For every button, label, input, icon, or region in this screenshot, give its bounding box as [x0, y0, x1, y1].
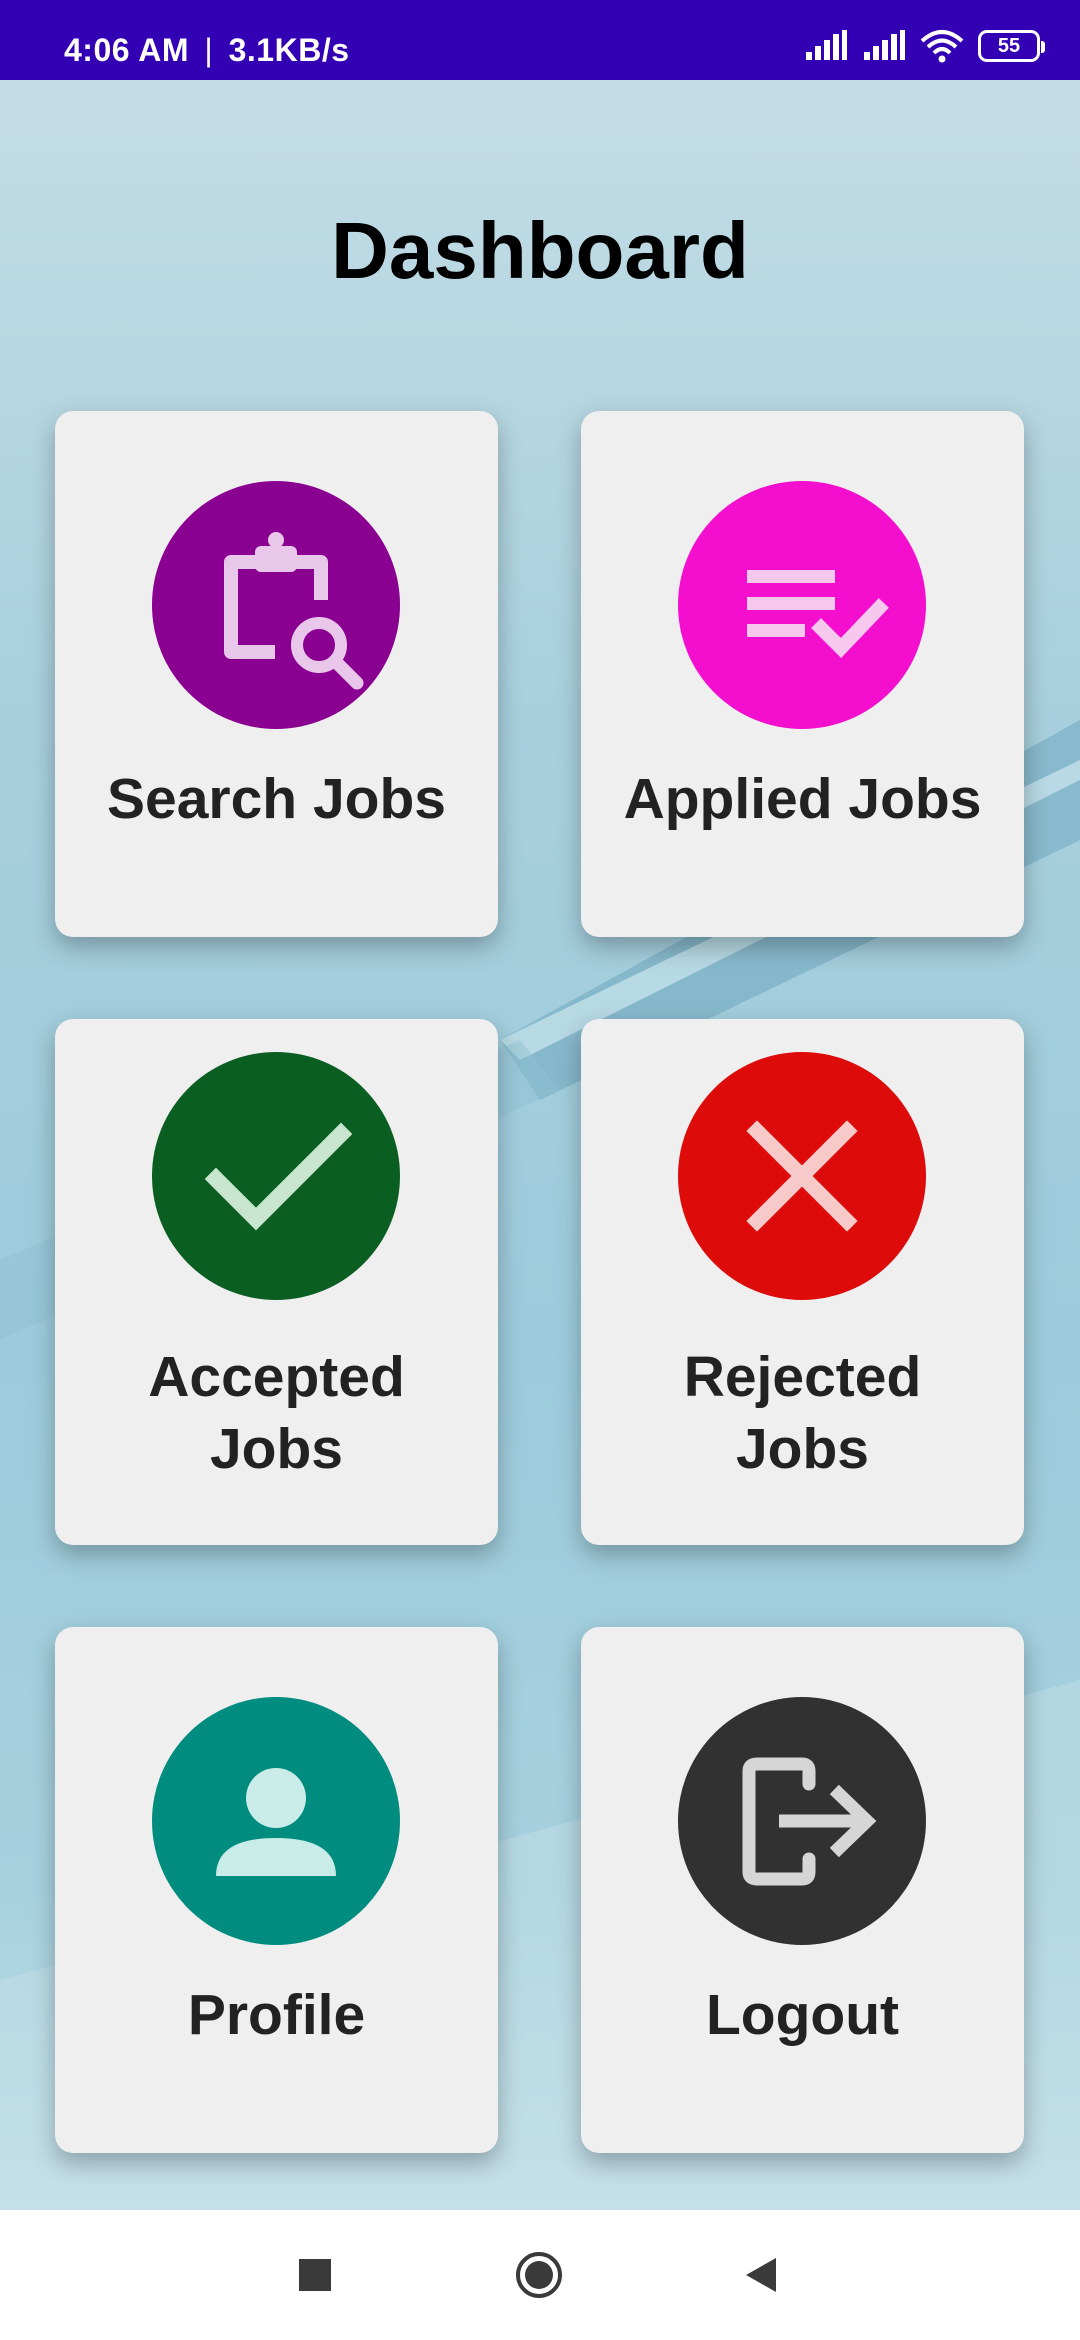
- battery-icon: 55: [978, 30, 1045, 62]
- applied-jobs-label: Applied Jobs: [623, 767, 982, 831]
- home-circle-icon[interactable]: [514, 2250, 564, 2300]
- accepted-jobs-icon-circle: [152, 1052, 400, 1300]
- applied-jobs-card[interactable]: Applied Jobs: [581, 411, 1024, 937]
- applied-jobs-icon-circle: [678, 481, 926, 729]
- rejected-jobs-label-line2: Jobs: [735, 1417, 870, 1481]
- battery-level: 55: [997, 35, 1021, 57]
- logout-icon: [742, 1757, 877, 1886]
- wifi-icon: [920, 30, 964, 63]
- close-icon: [746, 1120, 858, 1232]
- rejected-jobs-label-line1: Rejected: [683, 1345, 922, 1409]
- search-jobs-card[interactable]: Search Jobs: [55, 411, 498, 937]
- logout-card[interactable]: Logout: [581, 1627, 1024, 2153]
- page-title: Dashboard: [331, 206, 749, 295]
- status-bar: 4:06 AM | 3.1KB/s 55: [0, 0, 1080, 80]
- rejected-jobs-card[interactable]: Rejected Jobs: [581, 1019, 1024, 1545]
- profile-label: Profile: [187, 1983, 366, 2047]
- back-triangle-icon[interactable]: [736, 2250, 786, 2300]
- logout-label: Logout: [705, 1983, 900, 2047]
- accepted-jobs-card[interactable]: Accepted Jobs: [55, 1019, 498, 1545]
- rejected-jobs-icon-circle: [678, 1052, 926, 1300]
- check-icon: [204, 1122, 353, 1231]
- navigation-bar: [0, 2210, 1080, 2340]
- profile-icon-circle: [152, 1697, 400, 1945]
- clipboard-search-icon: [224, 532, 364, 690]
- signal-icon: [806, 30, 847, 60]
- logout-icon-circle: [678, 1697, 926, 1945]
- signal-icon: [864, 30, 905, 60]
- rejected-jobs-label: Rejected Jobs: [581, 1341, 1024, 1485]
- profile-card[interactable]: Profile: [55, 1627, 498, 2153]
- search-jobs-label: Search Jobs: [107, 767, 446, 831]
- accepted-jobs-label-line2: Jobs: [209, 1417, 344, 1481]
- recents-square-icon[interactable]: [290, 2250, 340, 2300]
- search-jobs-icon-circle: [152, 481, 400, 729]
- status-icons: 55: [804, 26, 1045, 66]
- list-check-icon: [747, 570, 889, 659]
- accepted-jobs-label-line1: Accepted: [148, 1345, 405, 1409]
- status-left: 4:06 AM | 3.1KB/s: [64, 0, 350, 80]
- accepted-jobs-label: Accepted Jobs: [55, 1341, 498, 1485]
- dashboard-content: Dashboard Search Jobs Applied Jobs Accep…: [0, 80, 1080, 2210]
- person-icon: [216, 1768, 336, 1876]
